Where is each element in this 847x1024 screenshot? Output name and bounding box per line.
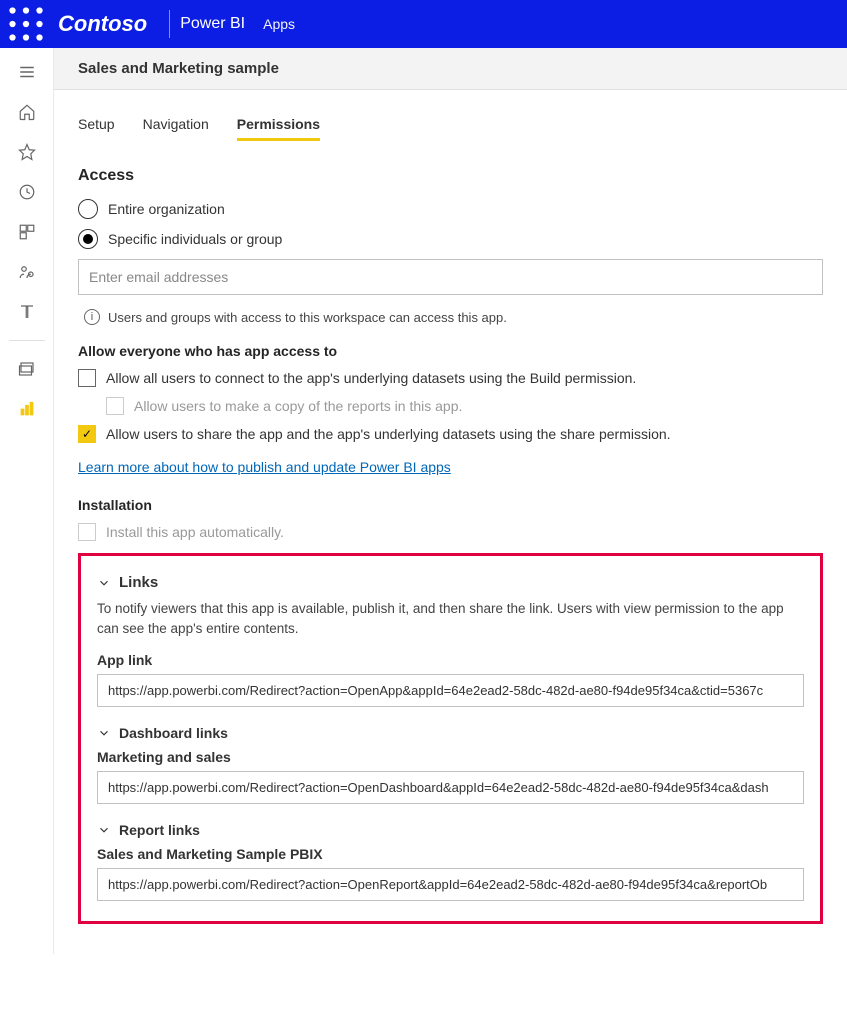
current-workspace-icon[interactable] xyxy=(3,389,51,429)
hamburger-icon[interactable] xyxy=(3,52,51,92)
checkbox-build[interactable] xyxy=(78,369,96,387)
global-header: Contoso Power BI Apps xyxy=(0,0,847,48)
brand-logo: Contoso xyxy=(58,11,147,37)
checkbox-auto-install-label: Install this app automatically. xyxy=(106,524,284,540)
home-icon[interactable] xyxy=(3,92,51,132)
product-name: Power BI xyxy=(180,15,245,33)
checkbox-share-label: Allow users to share the app and the app… xyxy=(106,426,671,442)
access-info-text: Users and groups with access to this wor… xyxy=(108,310,507,325)
links-description: To notify viewers that this app is avail… xyxy=(97,599,804,638)
checkbox-share[interactable] xyxy=(78,425,96,443)
app-launcher-icon[interactable] xyxy=(8,6,44,42)
radio-specific-label: Specific individuals or group xyxy=(108,231,282,247)
links-heading-label: Links xyxy=(119,574,158,591)
favorites-icon[interactable] xyxy=(3,132,51,172)
tab-permissions[interactable]: Permissions xyxy=(237,110,320,141)
tab-setup[interactable]: Setup xyxy=(78,110,115,141)
page-subheader: Sales and Marketing sample xyxy=(54,48,847,90)
divider xyxy=(169,10,170,38)
breadcrumb-apps[interactable]: Apps xyxy=(263,16,295,32)
radio-specific[interactable] xyxy=(78,229,98,249)
app-link-label: App link xyxy=(97,652,804,668)
chevron-down-icon xyxy=(97,726,111,740)
dashboard-links-label: Dashboard links xyxy=(119,725,228,741)
shared-icon[interactable] xyxy=(3,252,51,292)
chevron-down-icon xyxy=(97,823,111,837)
recent-icon[interactable] xyxy=(3,172,51,212)
app-link-field[interactable]: https://app.powerbi.com/Redirect?action=… xyxy=(97,674,804,707)
report-links-label: Report links xyxy=(119,822,200,838)
page-title: Sales and Marketing sample xyxy=(78,60,279,77)
installation-heading: Installation xyxy=(78,497,823,513)
links-section-highlight: Links To notify viewers that this app is… xyxy=(78,553,823,924)
rail-separator xyxy=(9,340,45,341)
learn-more-link[interactable]: Learn more about how to publish and upda… xyxy=(78,459,451,475)
apps-icon[interactable] xyxy=(3,212,51,252)
nav-rail xyxy=(0,48,54,954)
checkbox-copy xyxy=(106,397,124,415)
links-heading[interactable]: Links xyxy=(97,574,804,591)
checkbox-auto-install xyxy=(78,523,96,541)
chevron-down-icon xyxy=(97,576,111,590)
email-input[interactable] xyxy=(78,259,823,295)
workspaces-icon[interactable] xyxy=(3,349,51,389)
dashboard-link-field[interactable]: https://app.powerbi.com/Redirect?action=… xyxy=(97,771,804,804)
radio-entire-org-label: Entire organization xyxy=(108,201,225,217)
report-link-field[interactable]: https://app.powerbi.com/Redirect?action=… xyxy=(97,868,804,901)
learn-icon[interactable] xyxy=(3,292,51,332)
info-icon: i xyxy=(84,309,100,325)
main-panel: Sales and Marketing sample Setup Navigat… xyxy=(54,48,847,954)
access-heading: Access xyxy=(78,167,823,185)
report-links-heading[interactable]: Report links xyxy=(97,822,804,838)
radio-entire-org[interactable] xyxy=(78,199,98,219)
tab-navigation[interactable]: Navigation xyxy=(143,110,209,141)
checkbox-build-label: Allow all users to connect to the app's … xyxy=(106,370,636,386)
checkbox-copy-label: Allow users to make a copy of the report… xyxy=(134,398,462,414)
tab-bar: Setup Navigation Permissions xyxy=(78,110,823,141)
dashboard-item-label: Marketing and sales xyxy=(97,749,804,765)
dashboard-links-heading[interactable]: Dashboard links xyxy=(97,725,804,741)
allow-heading: Allow everyone who has app access to xyxy=(78,343,823,359)
report-item-label: Sales and Marketing Sample PBIX xyxy=(97,846,804,862)
